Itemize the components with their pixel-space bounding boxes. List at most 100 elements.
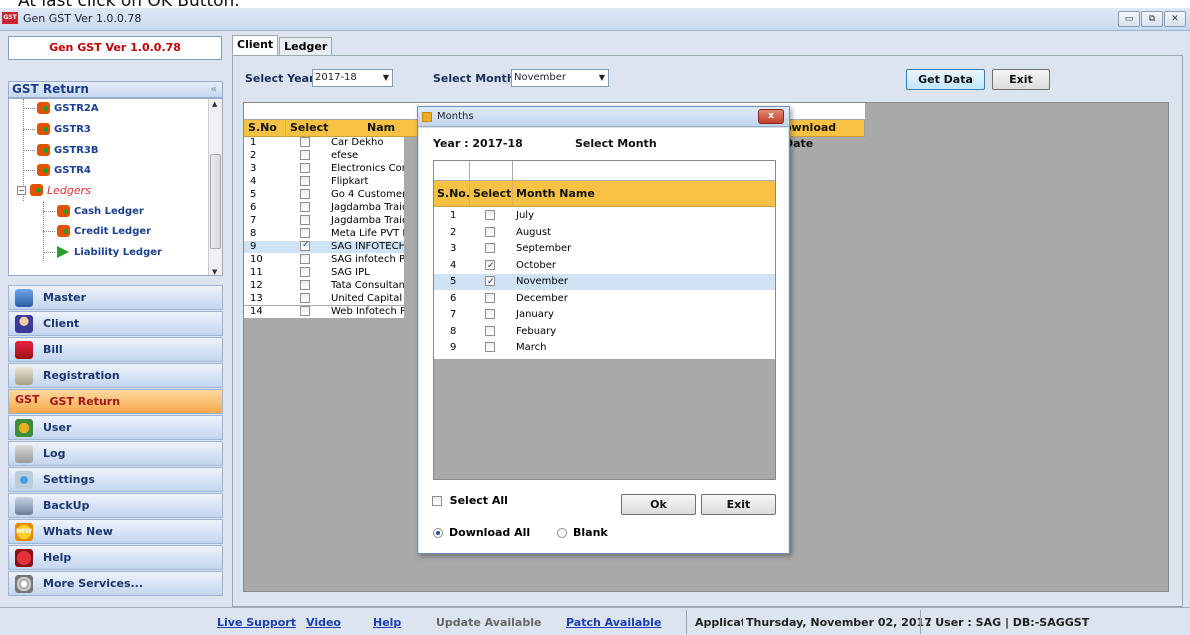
month-row[interactable]: 4 October [434,258,775,274]
tree-item-cash-ledger[interactable]: Cash Ledger [57,202,144,220]
nav-user[interactable]: User [8,415,223,440]
month-row[interactable]: 5 November [434,274,775,290]
blank-radio[interactable]: Blank [557,526,608,539]
download-all-radio[interactable]: Download All [433,526,530,539]
ok-button[interactable]: Ok [621,494,696,515]
row-name: Tata Consultancy S [331,280,404,291]
row-checkbox[interactable] [300,163,310,173]
table-row[interactable]: 11 SAG IPL [244,267,404,279]
video-link[interactable]: Video [306,616,341,629]
tree-item-ledgers[interactable]: − Ledgers [17,181,91,199]
row-checkbox[interactable] [300,189,310,199]
month-row[interactable]: 6 December [434,291,775,307]
collapse-chevron-icon[interactable]: « [211,82,217,97]
live-support-link[interactable]: Live Support [217,616,296,629]
help-link[interactable]: Help [373,616,401,629]
table-row[interactable]: 14 Web Infotech PVT [244,306,404,318]
month-row[interactable]: 3 September [434,241,775,257]
month-row[interactable]: 2 August [434,225,775,241]
gst-return-panel-header[interactable]: GST Return « [8,81,223,98]
patch-available-link[interactable]: Patch Available [566,616,661,629]
nav-backup[interactable]: BackUp [8,493,223,518]
tree-item-gstr3b[interactable]: GSTR3B [37,141,99,159]
tree-item-gstr3[interactable]: GSTR3 [37,120,91,138]
tree-scrollbar[interactable]: ▲ ▼ [208,99,222,275]
tree-item-gstr4[interactable]: GSTR4 [37,161,91,179]
checkbox[interactable] [432,496,442,506]
month-name: January [516,309,554,320]
row-checkbox[interactable] [300,176,310,186]
month-row[interactable]: 8 Febuary [434,324,775,340]
table-row[interactable]: 4 Flipkart [244,176,404,188]
nav-log[interactable]: Log [8,441,223,466]
nav-more-services[interactable]: More Services... [8,571,223,596]
row-checkbox[interactable] [300,150,310,160]
nav-gst-return[interactable]: GST GST Return [8,389,223,414]
dialog-exit-button[interactable]: Exit [701,494,776,515]
month-row[interactable]: 7 January [434,307,775,323]
nav-client[interactable]: Client [8,311,223,336]
collapse-minus-icon[interactable]: − [17,185,26,195]
scroll-up-icon[interactable]: ▲ [212,100,217,108]
table-row[interactable]: 12 Tata Consultancy S [244,280,404,292]
table-row[interactable]: 1 Car Dekho [244,137,404,149]
update-available-text[interactable]: Update Available [436,616,541,629]
restore-button[interactable]: ⧉ [1141,11,1163,27]
month-checkbox[interactable] [485,325,495,336]
month-checkbox[interactable] [485,274,495,290]
month-checkbox[interactable] [485,243,495,253]
get-data-button[interactable]: Get Data [906,69,985,90]
dialog-close-button[interactable]: x [758,109,784,124]
row-checkbox[interactable] [300,215,310,225]
month-row[interactable]: 1 July [434,208,775,224]
row-checkbox[interactable] [300,202,310,212]
month-checkbox[interactable] [485,309,495,319]
row-checkbox[interactable] [300,293,310,303]
table-row[interactable]: 3 Electronics Compr [244,163,404,175]
month-checkbox[interactable] [485,342,495,352]
row-checkbox[interactable] [300,267,310,277]
row-checkbox[interactable] [300,254,310,264]
table-row[interactable]: 10 SAG infotech PVT [244,254,404,266]
tree-item-credit-ledger[interactable]: Credit Ledger [57,222,151,240]
table-row[interactable]: 9 SAG INFOTECH [244,241,404,253]
nav-bill[interactable]: Bill [8,337,223,362]
table-row[interactable]: 8 Meta Life PVT LTD [244,228,404,240]
scroll-down-icon[interactable]: ▼ [212,268,217,275]
nav-settings[interactable]: Settings [8,467,223,492]
nav-whats-new[interactable]: NEW Whats New [8,519,223,544]
nav-registration[interactable]: Registration [8,363,223,388]
select-all-checkbox[interactable]: Select All [432,494,508,507]
month-checkbox[interactable] [485,292,495,303]
radio-button[interactable] [557,528,567,538]
tree-item-liability-ledger[interactable]: Liability Ledger [57,243,162,261]
table-row[interactable]: 13 United Capital Clu [244,293,404,305]
minimize-button[interactable]: ▭ [1118,11,1140,27]
month-checkbox[interactable] [485,210,495,220]
table-row[interactable]: 6 Jagdamba Traidin [244,202,404,214]
month-select[interactable]: November ▼ [511,69,609,87]
nav-master[interactable]: Master [8,285,223,310]
row-checkbox[interactable] [300,228,310,238]
month-checkbox[interactable] [485,226,495,237]
tree-item-gstr2a[interactable]: GSTR2A [37,99,99,117]
radio-button[interactable] [433,528,443,538]
row-name: Car Dekho [331,137,384,148]
table-row[interactable]: 5 Go 4 Customer [244,189,404,201]
row-checkbox[interactable] [300,137,310,147]
tab-ledger[interactable]: Ledger [279,37,333,55]
row-checkbox[interactable] [300,306,310,316]
year-select[interactable]: 2017-18 ▼ [312,69,393,87]
month-row[interactable]: 9 March [434,340,775,356]
month-checkbox[interactable] [485,258,495,274]
row-checkbox[interactable] [300,241,310,251]
nav-help[interactable]: Help [8,545,223,570]
close-window-button[interactable]: ✕ [1164,11,1186,27]
table-row[interactable]: 7 Jagdamba Traidin [244,215,404,227]
exit-button[interactable]: Exit [992,69,1050,90]
scroll-thumb[interactable] [210,154,221,249]
table-row[interactable]: 2 efese [244,150,404,162]
row-checkbox[interactable] [300,280,310,290]
tab-client[interactable]: Client [232,35,279,55]
month-number: 4 [450,259,457,271]
